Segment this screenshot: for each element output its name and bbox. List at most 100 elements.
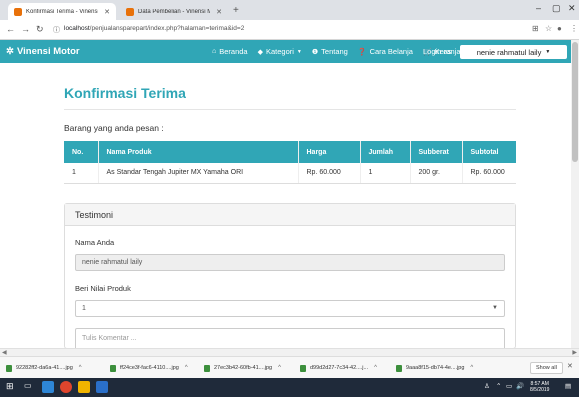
vertical-scrollbar[interactable] — [571, 40, 579, 348]
notification-icon[interactable]: ▤ — [565, 382, 571, 390]
divider — [64, 109, 516, 110]
new-tab-icon[interactable]: + — [233, 5, 239, 16]
info-icon[interactable]: ⓘ — [53, 25, 60, 35]
login-as-label: Login as — [423, 47, 452, 56]
home-icon: ⌂ — [212, 48, 217, 55]
xampp-icon[interactable] — [78, 381, 90, 393]
site-navbar: ✲ Vinensi Motor ⌂ Beranda ◆ Kategori ▼ ❶ Tent… — [0, 40, 571, 63]
download-item[interactable]: 9aaa8f15-db74-4e....jpg ^ — [396, 362, 473, 374]
download-item[interactable]: 92282ff2-da6a-41....jpg ^ — [6, 362, 82, 374]
tab-title: Konfirmasi Terima - Vinensi Moto — [26, 8, 99, 15]
nav-label: Kategori — [265, 47, 294, 56]
page-title: Konfirmasi Terima — [64, 85, 186, 101]
download-filename: 27ec3b42-60fb-41....jpg — [214, 365, 273, 371]
volume-icon[interactable]: 🔊 — [516, 382, 524, 390]
image-file-icon — [6, 364, 12, 372]
browser-tab-konfirmasi[interactable]: Konfirmasi Terima - Vinensi Moto ✕ — [8, 3, 116, 20]
name-label: Nama Anda — [75, 238, 115, 247]
caret-down-icon: ▼ — [545, 49, 551, 55]
question-circle-icon: ❓ — [357, 48, 367, 56]
nav-label: Beranda — [219, 47, 248, 56]
url-path: /penjualansparepart/index.php?halaman=te… — [89, 25, 245, 32]
testimoni-heading: Testimoni — [65, 204, 515, 226]
browser-tab-data-pembelian[interactable]: Data Pembelian - Vinensi Motor ✕ — [120, 3, 228, 20]
nav-label: Cara Belanja — [369, 47, 413, 56]
cell-nama-produk: As Standar Tengah Jupiter MX Yamaha ORI — [97, 163, 298, 184]
scroll-left-icon[interactable]: ◀ — [2, 349, 7, 356]
url-field[interactable]: localhost/penjualansparepart/index.php?h… — [64, 25, 244, 32]
scroll-right-icon[interactable]: ▶ — [572, 349, 577, 356]
rating-label: Beri Nilai Produk — [75, 284, 131, 293]
profile-avatar-icon[interactable]: ● — [557, 24, 562, 33]
windows-start-icon[interactable]: ⊞ — [6, 381, 18, 393]
browser-tab-strip: Konfirmasi Terima - Vinensi Moto ✕ Data … — [0, 0, 579, 20]
chrome-icon[interactable] — [60, 381, 72, 393]
maximize-icon[interactable]: ▢ — [552, 3, 561, 14]
show-all-button[interactable]: Show all — [530, 362, 563, 374]
download-item[interactable]: ff24ce3f-fac6-4110....jpg ^ — [110, 362, 188, 374]
nav-label: Tentang — [321, 47, 348, 56]
col-header-harga: Harga — [297, 141, 360, 163]
download-item[interactable]: d99d2d27-7c34-42....j... ^ — [300, 362, 377, 374]
page-content: Konfirmasi Terima Barang yang anda pesan… — [0, 63, 571, 350]
browser-menu-icon[interactable]: ⋮ — [570, 24, 578, 33]
url-host: localhost — [64, 25, 90, 32]
col-header-no: No. — [64, 141, 98, 163]
image-file-icon — [204, 364, 210, 372]
comment-textarea[interactable]: Tulis Komentar ... — [75, 328, 505, 350]
brand[interactable]: ✲ Vinensi Motor — [6, 46, 80, 57]
cell-subberat: 200 gr. — [409, 163, 462, 184]
reload-icon[interactable]: ↻ — [36, 24, 44, 35]
table-header-row: No. Nama Produk Harga Jumlah Subberat Su… — [64, 141, 516, 163]
close-tab-icon[interactable]: ✕ — [216, 8, 222, 16]
file-explorer-icon[interactable] — [42, 381, 54, 393]
address-bar: ← → ↻ ⓘ localhost/penjualansparepart/ind… — [0, 20, 579, 40]
name-field[interactable]: nenie rahmatul laily — [75, 254, 505, 271]
close-tab-icon[interactable]: ✕ — [104, 8, 110, 16]
image-file-icon — [300, 364, 306, 372]
download-shelf: 92282ff2-da6a-41....jpg ^ ff24ce3f-fac6-… — [0, 356, 579, 378]
scrollbar-thumb[interactable] — [572, 42, 578, 162]
rating-select[interactable]: 1 ▼ — [75, 300, 505, 317]
forward-arrow-icon[interactable]: → — [21, 24, 30, 34]
order-label: Barang yang anda pesan : — [64, 123, 164, 133]
image-file-icon — [396, 364, 402, 372]
system-clock[interactable]: 8:57 AM 8/5/2019 — [530, 381, 549, 393]
download-item[interactable]: 27ec3b42-60fb-41....jpg ^ — [204, 362, 281, 374]
caret-down-icon: ▼ — [296, 48, 302, 55]
cell-harga: Rp. 60.000 — [297, 163, 360, 184]
task-view-icon[interactable]: ▭ — [24, 381, 36, 393]
close-shelf-icon[interactable]: ✕ — [567, 362, 573, 370]
info-circle-icon: ❶ — [311, 48, 319, 56]
battery-icon: ▭ — [506, 383, 513, 390]
translate-icon[interactable]: ⊞ — [532, 24, 539, 33]
minimize-icon[interactable]: – — [536, 3, 541, 13]
nav-beranda[interactable]: ⌂ Beranda — [212, 47, 248, 56]
brand-name: Vinensi Motor — [16, 46, 80, 57]
chevron-up-icon[interactable]: ^ — [278, 365, 281, 371]
window-close-icon[interactable]: ✕ — [568, 3, 576, 14]
horizontal-scrollbar[interactable]: ◀ ▶ — [0, 348, 579, 356]
bookmark-star-icon[interactable]: ☆ — [545, 24, 552, 33]
chevron-up-icon[interactable]: ^ — [470, 365, 473, 371]
cell-jumlah: 1 — [359, 163, 410, 184]
people-icon[interactable]: ♙ — [484, 382, 490, 390]
download-filename: d99d2d27-7c34-42....j... — [310, 365, 369, 371]
cell-subtotal: Rp. 60.000 — [461, 163, 516, 184]
app-icon[interactable] — [96, 381, 108, 393]
chevron-up-icon[interactable]: ^ — [79, 365, 82, 371]
user-dropdown-button[interactable]: nenie rahmatul laily ▼ — [460, 45, 567, 59]
nav-cara-belanja[interactable]: ❓ Cara Belanja — [358, 47, 413, 56]
chevron-up-icon[interactable]: ^ — [374, 365, 377, 371]
chevron-up-icon[interactable]: ^ — [185, 365, 188, 371]
nav-kategori[interactable]: ◆ Kategori ▼ — [258, 47, 302, 56]
image-file-icon — [110, 364, 116, 372]
table-row: 1 As Standar Tengah Jupiter MX Yamaha OR… — [64, 163, 516, 184]
site-favicon-icon — [14, 7, 22, 16]
user-name: nenie rahmatul laily — [476, 47, 542, 57]
col-header-jumlah: Jumlah — [359, 141, 410, 163]
nav-tentang[interactable]: ❶ Tentang — [312, 47, 348, 56]
back-arrow-icon[interactable]: ← — [6, 24, 15, 34]
order-table: No. Nama Produk Harga Jumlah Subberat Su… — [64, 141, 516, 184]
tray-chevron-icon[interactable]: ⌃ — [496, 382, 501, 390]
